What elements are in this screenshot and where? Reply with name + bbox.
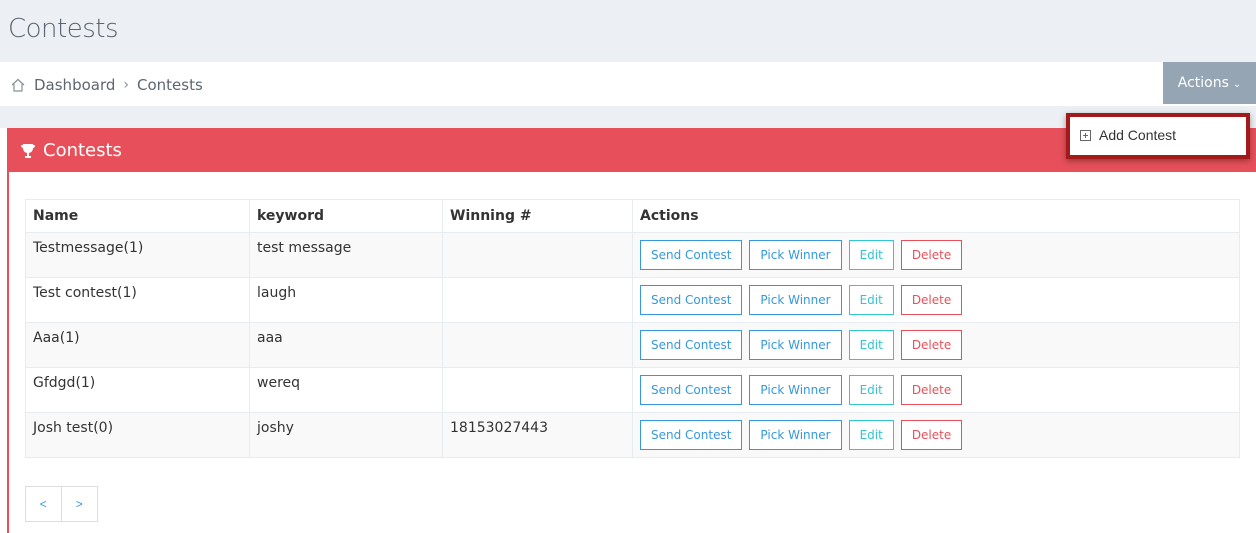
add-contest-label: Add Contest <box>1099 127 1177 143</box>
column-header-winning: Winning # <box>442 199 633 233</box>
table-row: Josh test(0) joshy 18153027443 Send Cont… <box>25 412 1240 458</box>
plus-square-icon <box>1080 129 1091 141</box>
actions-dropdown-button[interactable]: Actions ⌄ <box>1163 62 1256 104</box>
cell-name: Gfdgd(1) <box>25 367 250 413</box>
table-row: Testmessage(1) test message Send Contest… <box>25 232 1240 278</box>
table-header-row: Name keyword Winning # Actions <box>25 199 1240 233</box>
page-header: Contests <box>0 0 1256 62</box>
column-header-actions: Actions <box>632 199 1240 233</box>
pagination-prev-button[interactable]: < <box>26 487 62 521</box>
delete-button[interactable]: Delete <box>900 285 963 315</box>
send-contest-button[interactable]: Send Contest <box>640 330 743 360</box>
cell-keyword: test message <box>249 232 443 278</box>
edit-button[interactable]: Edit <box>848 375 894 405</box>
breadcrumb-bar: Dashboard › Contests <box>0 62 1256 106</box>
pick-winner-button[interactable]: Pick Winner <box>749 285 842 315</box>
cell-keyword: laugh <box>249 277 443 323</box>
cell-name: Testmessage(1) <box>25 232 250 278</box>
cell-winning <box>442 322 633 368</box>
cell-name: Test contest(1) <box>25 277 250 323</box>
actions-dropdown-menu: Add Contest <box>1066 113 1250 159</box>
breadcrumb: Dashboard › Contests <box>10 76 203 94</box>
edit-button[interactable]: Edit <box>848 285 894 315</box>
pick-winner-button[interactable]: Pick Winner <box>749 420 842 450</box>
send-contest-button[interactable]: Send Contest <box>640 240 743 270</box>
edit-button[interactable]: Edit <box>848 420 894 450</box>
home-icon <box>10 77 26 93</box>
cell-name: Aaa(1) <box>25 322 250 368</box>
cell-winning <box>442 232 633 278</box>
breadcrumb-separator: › <box>123 77 129 93</box>
breadcrumb-item-dashboard[interactable]: Dashboard <box>34 76 115 94</box>
cell-winning <box>442 277 633 323</box>
breadcrumb-item-contests: Contests <box>137 76 203 94</box>
page-title: Contests <box>8 14 119 44</box>
delete-button[interactable]: Delete <box>900 375 963 405</box>
cell-actions: Send Contest Pick Winner Edit Delete <box>632 412 1240 458</box>
cell-actions: Send Contest Pick Winner Edit Delete <box>632 367 1240 413</box>
pick-winner-button[interactable]: Pick Winner <box>749 240 842 270</box>
cell-keyword: wereq <box>249 367 443 413</box>
table-row: Aaa(1) aaa Send Contest Pick Winner Edit De… <box>25 322 1240 368</box>
pick-winner-button[interactable]: Pick Winner <box>749 330 842 360</box>
portlet-title-label: Contests <box>43 140 122 161</box>
cell-winning <box>442 367 633 413</box>
send-contest-button[interactable]: Send Contest <box>640 420 743 450</box>
table-row: Gfdgd(1) wereq Send Contest Pick Winner Ed… <box>25 367 1240 413</box>
cell-actions: Send Contest Pick Winner Edit Delete <box>632 277 1240 323</box>
cell-winning: 18153027443 <box>442 412 633 458</box>
send-contest-button[interactable]: Send Contest <box>640 285 743 315</box>
pick-winner-button[interactable]: Pick Winner <box>749 375 842 405</box>
cell-keyword: aaa <box>249 322 443 368</box>
pagination: < > <box>25 486 98 522</box>
edit-button[interactable]: Edit <box>848 330 894 360</box>
add-contest-menu-item[interactable]: Add Contest <box>1080 127 1176 143</box>
contests-table: Name keyword Winning # Actions Testmessa… <box>25 199 1240 458</box>
cell-name: Josh test(0) <box>25 412 250 458</box>
delete-button[interactable]: Delete <box>900 330 963 360</box>
portlet-title: Contests <box>19 140 122 161</box>
cell-actions: Send Contest Pick Winner Edit Delete <box>632 322 1240 368</box>
cell-keyword: joshy <box>249 412 443 458</box>
delete-button[interactable]: Delete <box>900 420 963 450</box>
table-row: Test contest(1) laugh Send Contest Pick W… <box>25 277 1240 323</box>
actions-button-label: Actions <box>1177 75 1229 91</box>
send-contest-button[interactable]: Send Contest <box>640 375 743 405</box>
delete-button[interactable]: Delete <box>900 240 963 270</box>
column-header-keyword: keyword <box>249 199 443 233</box>
pagination-next-button[interactable]: > <box>62 487 98 521</box>
edit-button[interactable]: Edit <box>848 240 894 270</box>
column-header-name: Name <box>25 199 250 233</box>
chevron-down-icon: ⌄ <box>1232 78 1242 90</box>
trophy-icon <box>19 142 37 160</box>
cell-actions: Send Contest Pick Winner Edit Delete <box>632 232 1240 278</box>
